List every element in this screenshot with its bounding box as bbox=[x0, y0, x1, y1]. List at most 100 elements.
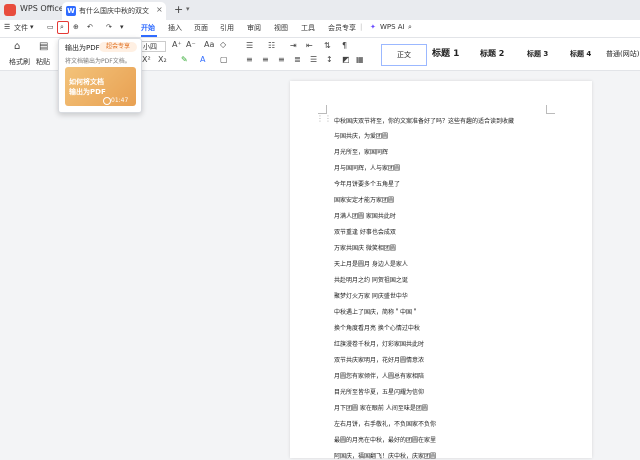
style-normal[interactable]: 正文 bbox=[381, 44, 427, 66]
tooltip-description: 将文档输出为PDF文档。 bbox=[65, 58, 131, 65]
document-line: 换个角度看月亮 换个心情过中秋 bbox=[334, 325, 420, 332]
play-icon[interactable] bbox=[103, 97, 111, 105]
shrink-font-icon[interactable]: A⁻ bbox=[186, 40, 196, 49]
paste-icon[interactable]: ▤ bbox=[39, 41, 48, 52]
redo-icon[interactable]: ↷ bbox=[106, 23, 112, 31]
search-icon[interactable]: ⌕ bbox=[408, 23, 412, 32]
tab-home[interactable]: 开始 bbox=[141, 23, 155, 33]
crop-mark-right bbox=[546, 105, 555, 114]
show-marks-icon[interactable]: ¶ bbox=[342, 41, 347, 50]
hamburger-icon[interactable]: ☰ bbox=[4, 23, 10, 31]
document-line: 万家共国庆 微笑相团圆 bbox=[334, 245, 396, 252]
align-center-icon[interactable]: ≡ bbox=[262, 55, 269, 64]
thumbnail-text-1: 如何将文档 bbox=[69, 78, 104, 86]
tooltip-title: 输出为PDF bbox=[65, 44, 100, 52]
word-doc-icon: W bbox=[66, 6, 76, 16]
document-line: 目光所至皆华夏，五星闪耀为信仰 bbox=[334, 389, 425, 396]
borders-icon[interactable]: ▦ bbox=[356, 55, 364, 64]
numbered-list-icon[interactable]: ☷ bbox=[268, 41, 275, 50]
justify-icon[interactable]: ≣ bbox=[294, 55, 301, 64]
clear-format-icon[interactable]: ◇ bbox=[220, 40, 226, 49]
export-pdf-tooltip: 输出为PDF 超会专享 将文档输出为PDF文档。 如何将文档 输出为PDF 01… bbox=[58, 38, 142, 113]
document-line: 今年月饼要多个五角星了 bbox=[334, 181, 401, 188]
shading-icon[interactable]: ◩ bbox=[342, 55, 350, 64]
line-spacing-icon[interactable]: ↕ bbox=[326, 55, 333, 64]
highlight-color-icon[interactable]: ✎ bbox=[181, 55, 188, 64]
document-line: 月光所至，家国同辉 bbox=[334, 149, 389, 156]
font-size-select[interactable]: 小四 bbox=[140, 41, 166, 52]
document-line: 左右月饼，右手敬礼，不负国家不负你 bbox=[334, 421, 437, 428]
paste-button[interactable]: 粘贴 bbox=[36, 57, 50, 67]
sort-icon[interactable]: ⇅ bbox=[324, 41, 331, 50]
style-heading-1[interactable]: 标题 1 bbox=[432, 44, 459, 64]
document-line: 天上月是圆月 身边人是家人 bbox=[334, 261, 408, 268]
wps-ai-button[interactable]: WPS AI bbox=[380, 23, 405, 31]
wps-ai-icon: ✦ bbox=[370, 23, 376, 31]
chevron-down-icon[interactable]: ▾ bbox=[30, 23, 34, 31]
menu-bar: ☰ 文件 ▾ ▭ ⌕ ⊕ ↶ ↷ ▾ 开始 插入 页面 引用 审阅 视图 工具 … bbox=[0, 20, 640, 38]
member-badge[interactable]: 超会专享 bbox=[99, 42, 137, 52]
font-color-icon[interactable]: A bbox=[200, 55, 205, 64]
app-name[interactable]: WPS Office bbox=[20, 4, 64, 13]
tab-page[interactable]: 页面 bbox=[194, 23, 208, 33]
video-duration: 01:47 bbox=[111, 97, 129, 104]
wps-logo-icon bbox=[4, 4, 16, 16]
document-line: 月下团圆 家在眼前 人间至味是团圆 bbox=[334, 405, 428, 412]
crop-mark-left bbox=[318, 105, 327, 114]
tab-member[interactable]: 会员专享 bbox=[328, 23, 356, 33]
distribute-icon[interactable]: ☰ bbox=[310, 55, 317, 64]
new-tab-icon[interactable]: + bbox=[174, 3, 183, 16]
document-line: 聚梦灯火万家 同庆盛世中华 bbox=[334, 293, 408, 300]
document-line: 月圆您有家倾伴，人圆总有家相陪 bbox=[334, 373, 425, 380]
document-page[interactable]: ⋮⋮ 中秋国庆双节将至，你的文案准备好了吗？这些有趣的适合读到收藏 与国共庆，为… bbox=[290, 81, 592, 460]
close-tab-icon[interactable]: × bbox=[156, 5, 163, 14]
document-line: 共赴明月之约 同贺祖国之诞 bbox=[334, 277, 408, 284]
format-painter-icon[interactable]: ⌂ bbox=[14, 41, 20, 52]
style-normal-web[interactable]: 普通(网站) bbox=[606, 44, 639, 64]
paragraph-handle-icon[interactable]: ⋮⋮ bbox=[316, 114, 332, 123]
outdent-icon[interactable]: ⇤ bbox=[306, 41, 313, 50]
style-heading-3[interactable]: 标题 3 bbox=[527, 44, 548, 64]
tab-view[interactable]: 视图 bbox=[274, 23, 288, 33]
open-icon[interactable]: ▭ bbox=[47, 23, 54, 31]
document-line: 双节共庆家明月，花好月圆情意浓 bbox=[334, 357, 425, 364]
bullet-list-icon[interactable]: ☰ bbox=[246, 41, 253, 50]
document-line: 月满人团圆 家国共此时 bbox=[334, 213, 396, 220]
divider: | bbox=[360, 23, 363, 31]
grow-font-icon[interactable]: A⁺ bbox=[172, 40, 182, 49]
style-heading-4[interactable]: 标题 4 bbox=[570, 44, 591, 64]
tab-insert[interactable]: 插入 bbox=[168, 23, 182, 33]
active-tab-indicator bbox=[141, 35, 157, 37]
document-line: 最圆的月亮在中秋，最好的团圆在家里 bbox=[334, 437, 437, 444]
chevron-down-icon[interactable]: ▾ bbox=[186, 5, 190, 13]
title-bar: WPS Office W 有什么国庆中秋的双文案吗? × + ▾ bbox=[0, 0, 640, 21]
chevron-down-icon[interactable]: ▾ bbox=[120, 23, 124, 31]
document-line: 中秋国庆双节将至，你的文案准备好了吗？这些有趣的适合读到收藏 bbox=[334, 118, 515, 125]
superscript-icon[interactable]: X² bbox=[142, 55, 151, 64]
print-preview-icon[interactable]: ⊕ bbox=[73, 23, 79, 31]
tab-tools[interactable]: 工具 bbox=[301, 23, 315, 33]
align-right-icon[interactable]: ≡ bbox=[278, 55, 285, 64]
highlight-box bbox=[57, 21, 69, 34]
format-painter-button[interactable]: 格式刷 bbox=[9, 57, 30, 67]
undo-icon[interactable]: ↶ bbox=[87, 23, 93, 31]
change-case-icon[interactable]: Aa bbox=[204, 40, 214, 49]
char-border-icon[interactable]: ▢ bbox=[220, 55, 228, 64]
menu-file[interactable]: 文件 bbox=[14, 23, 28, 33]
document-line: 红旗漫卷千秋月，灯彩家国共此时 bbox=[334, 341, 425, 348]
tab-review[interactable]: 审阅 bbox=[247, 23, 261, 33]
document-line: 国家安定才能万家团圆 bbox=[334, 197, 395, 204]
document-tab-title: 有什么国庆中秋的双文案吗? bbox=[79, 7, 149, 15]
document-line: 与国共庆，为爱团圆 bbox=[334, 133, 389, 140]
indent-icon[interactable]: ⇥ bbox=[290, 41, 297, 50]
style-heading-2[interactable]: 标题 2 bbox=[480, 44, 504, 64]
document-tab[interactable]: W 有什么国庆中秋的双文案吗? × bbox=[62, 2, 166, 20]
subscript-icon[interactable]: X₂ bbox=[158, 55, 167, 64]
tutorial-video-thumbnail[interactable]: 如何将文档 输出为PDF 01:47 bbox=[65, 67, 136, 106]
document-line: 月与国同辉，人与家团圆 bbox=[334, 165, 401, 172]
tab-references[interactable]: 引用 bbox=[220, 23, 234, 33]
align-left-icon[interactable]: ≡ bbox=[246, 55, 253, 64]
document-line: 双节重逢 好事也会成双 bbox=[334, 229, 396, 236]
document-line: 中秋遇上了国庆，简称＂中国＂ bbox=[334, 309, 419, 316]
thumbnail-text-2: 输出为PDF bbox=[69, 88, 106, 96]
